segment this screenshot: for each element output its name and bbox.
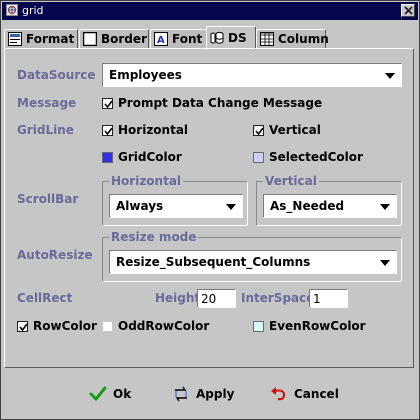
vertical-scroll-group: Vertical As_Needed — [256, 174, 402, 226]
checkmark-icon — [89, 385, 107, 403]
font-icon: A — [154, 32, 168, 46]
check-icon — [104, 100, 113, 109]
vertical-group-title: Vertical — [263, 174, 319, 188]
autoresize-label: AutoResize — [17, 248, 93, 262]
chevron-down-icon — [380, 204, 390, 210]
button-bar: Ok Apply Cancel — [4, 373, 414, 413]
interspace-label: InterSpace — [241, 291, 315, 305]
tab-font[interactable]: A Font — [150, 29, 207, 49]
tab-column[interactable]: Column — [256, 29, 329, 49]
selected-color-swatch[interactable] — [253, 152, 264, 163]
interspace-value: 1 — [313, 292, 321, 306]
window-title: grid — [22, 4, 44, 17]
check-icon — [255, 127, 264, 136]
grid-color-swatch[interactable] — [102, 152, 113, 163]
close-button[interactable] — [401, 4, 415, 17]
prompt-change-checkbox[interactable] — [102, 98, 113, 109]
row-color-checkbox[interactable] — [17, 321, 28, 332]
tab-border[interactable]: Border — [79, 29, 149, 49]
selected-color-label: SelectedColor — [269, 150, 363, 164]
vertical-scroll-select[interactable]: As_Needed — [263, 194, 397, 218]
even-row-color-label: EvenRowColor — [269, 319, 366, 333]
height-input[interactable]: 20 — [197, 289, 236, 308]
cancel-button[interactable]: Cancel — [270, 381, 340, 407]
horizontal-group-title: Horizontal — [109, 174, 184, 188]
interspace-input[interactable]: 1 — [309, 289, 348, 308]
resize-mode-group: Resize mode Resize_Subsequent_Columns — [102, 230, 402, 282]
horizontal-gridline-checkbox[interactable] — [102, 125, 113, 136]
app-icon — [6, 4, 18, 16]
datasource-select[interactable]: Employees — [102, 63, 402, 87]
undo-arrow-icon — [270, 385, 288, 403]
chevron-down-icon — [380, 260, 390, 266]
horizontal-scroll-value: Always — [116, 199, 164, 213]
datasource-label: DataSource — [17, 68, 96, 82]
horizontal-gridline-label: Horizontal — [118, 123, 189, 137]
resize-mode-select[interactable]: Resize_Subsequent_Columns — [109, 250, 397, 274]
tab-ds[interactable]: DS — [206, 26, 256, 50]
title-bar[interactable]: grid — [2, 2, 418, 20]
vertical-gridline-label: Vertical — [269, 123, 321, 137]
cellrect-label: CellRect — [17, 291, 73, 305]
border-icon — [82, 31, 98, 47]
datasource-icon — [210, 31, 224, 45]
vertical-gridline-checkbox[interactable] — [253, 125, 264, 136]
odd-row-color-swatch[interactable] — [102, 321, 113, 332]
check-icon — [19, 323, 28, 332]
resize-mode-value: Resize_Subsequent_Columns — [116, 255, 311, 269]
row-color-label: RowColor — [33, 319, 97, 333]
chevron-down-icon — [226, 204, 236, 210]
grid-color-label: GridColor — [118, 150, 182, 164]
ok-button[interactable]: Ok — [89, 381, 139, 407]
ds-tab-panel: DataSource Employees Message Prompt Data… — [4, 48, 414, 368]
odd-row-color-label: OddRowColor — [118, 319, 210, 333]
height-label: Height — [155, 291, 201, 305]
check-icon — [104, 127, 113, 136]
height-value: 20 — [201, 292, 217, 306]
apply-button[interactable]: Apply — [172, 381, 238, 407]
message-label: Message — [17, 96, 77, 110]
prompt-change-label: Prompt Data Change Message — [118, 96, 323, 110]
svg-text:A: A — [157, 35, 165, 46]
dialog-window: grid Format Border A Font DS Column Data… — [0, 0, 420, 420]
datasource-value: Employees — [109, 68, 182, 82]
horizontal-scroll-group: Horizontal Always — [102, 174, 248, 226]
apply-refresh-icon — [172, 385, 190, 403]
scrollbar-label: ScrollBar — [17, 192, 79, 206]
horizontal-scroll-select[interactable]: Always — [109, 194, 243, 218]
even-row-color-swatch[interactable] — [253, 321, 264, 332]
format-icon — [8, 32, 22, 46]
close-icon — [404, 6, 413, 15]
gridline-label: GridLine — [17, 123, 74, 137]
tab-format[interactable]: Format — [4, 29, 78, 49]
resize-mode-title: Resize mode — [109, 230, 199, 244]
column-table-icon — [260, 32, 274, 46]
vertical-scroll-value: As_Needed — [270, 199, 345, 213]
chevron-down-icon — [385, 73, 395, 79]
